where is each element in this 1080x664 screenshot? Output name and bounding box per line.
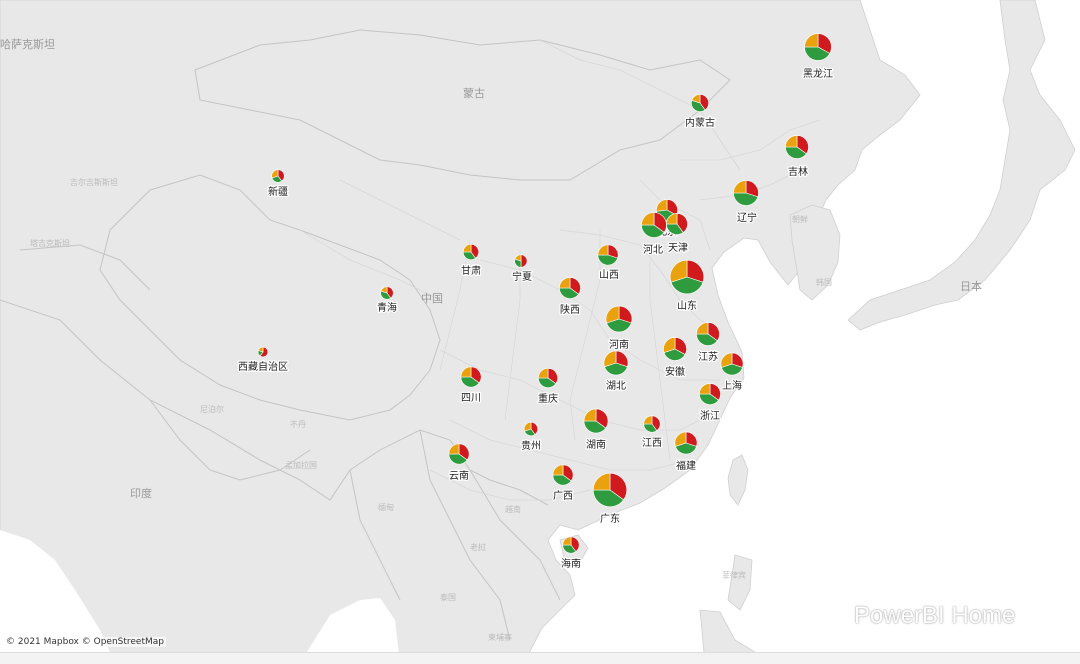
province-label: 青海 — [377, 301, 397, 314]
country-label-bhutan: 不丹 — [290, 420, 306, 429]
province-label: 江西 — [642, 437, 662, 449]
country-label-india: 印度 — [130, 486, 152, 500]
province-marker[interactable]: 辽宁 — [733, 180, 759, 225]
province-label: 河南 — [609, 338, 629, 351]
country-label-japan: 日本 — [960, 279, 982, 293]
province-marker[interactable]: 河南 — [605, 305, 633, 352]
province-label: 四川 — [461, 393, 481, 404]
province-label: 辽宁 — [737, 211, 757, 224]
map-canvas[interactable]: 哈萨克斯坦 蒙古 中国 印度 日本 吉尔吉斯斯坦 塔吉克斯坦 尼泊尔 不丹 孟加… — [0, 0, 1080, 663]
province-marker[interactable]: 湖北 — [603, 350, 629, 393]
province-marker[interactable]: 安徽 — [663, 337, 687, 379]
country-label-south-korea: 韩国 — [816, 277, 832, 287]
country-label-north-korea: 朝鲜 — [792, 214, 808, 224]
province-marker[interactable]: 河北 — [641, 212, 667, 257]
province-label: 河北 — [643, 244, 663, 256]
province-label: 山东 — [677, 299, 697, 312]
bottom-strip — [0, 652, 1080, 664]
province-label: 重庆 — [538, 392, 558, 405]
country-label-thailand: 泰国 — [440, 592, 456, 602]
province-label: 上海 — [722, 379, 742, 392]
country-label-philippines: 菲律宾 — [722, 570, 746, 580]
province-label: 山西 — [599, 269, 619, 281]
province-label: 甘肃 — [461, 264, 481, 277]
province-label: 黑龙江 — [803, 67, 833, 80]
province-marker[interactable]: 湖南 — [583, 408, 609, 452]
province-label: 湖北 — [606, 380, 626, 392]
province-label: 陕西 — [560, 303, 580, 316]
province-label: 浙江 — [700, 410, 720, 422]
province-label: 内蒙古 — [685, 116, 715, 129]
province-label: 海南 — [561, 557, 581, 570]
province-label: 新疆 — [268, 185, 288, 198]
province-label: 贵州 — [521, 439, 541, 452]
province-label: 江苏 — [698, 350, 718, 363]
province-label: 湖南 — [586, 438, 606, 451]
province-label: 福建 — [676, 459, 696, 472]
province-label: 宁夏 — [512, 270, 532, 283]
province-label: 广西 — [553, 490, 573, 502]
country-label-china: 中国 — [421, 292, 443, 305]
wechat-icon — [818, 605, 848, 627]
country-label-kazakhstan: 哈萨克斯坦 — [0, 37, 55, 51]
country-label-kyrgyzstan: 吉尔吉斯斯坦 — [70, 177, 118, 187]
country-label-myanmar: 缅甸 — [378, 502, 394, 512]
country-label-vietnam: 越南 — [505, 504, 521, 514]
province-label: 天津 — [668, 242, 688, 254]
country-label-nepal: 尼泊尔 — [200, 404, 224, 414]
watermark-text: PowerBI Home — [854, 602, 1016, 629]
province-label: 吉林 — [788, 165, 808, 178]
map-attribution[interactable]: © 2021 Mapbox © OpenStreetMap — [4, 637, 166, 647]
province-label: 广东 — [600, 512, 620, 525]
country-label-laos: 老挝 — [470, 542, 486, 552]
province-label: 西藏自治区 — [238, 360, 288, 373]
country-label-bangladesh: 孟加拉国 — [285, 460, 317, 470]
province-label: 云南 — [449, 469, 469, 482]
country-label-tajikistan: 塔吉克斯坦 — [30, 238, 70, 248]
country-label-mongolia: 蒙古 — [463, 87, 485, 100]
province-label: 安徽 — [665, 365, 685, 378]
country-label-cambodia: 柬埔寨 — [488, 632, 512, 642]
watermark: PowerBI Home — [818, 602, 1015, 630]
